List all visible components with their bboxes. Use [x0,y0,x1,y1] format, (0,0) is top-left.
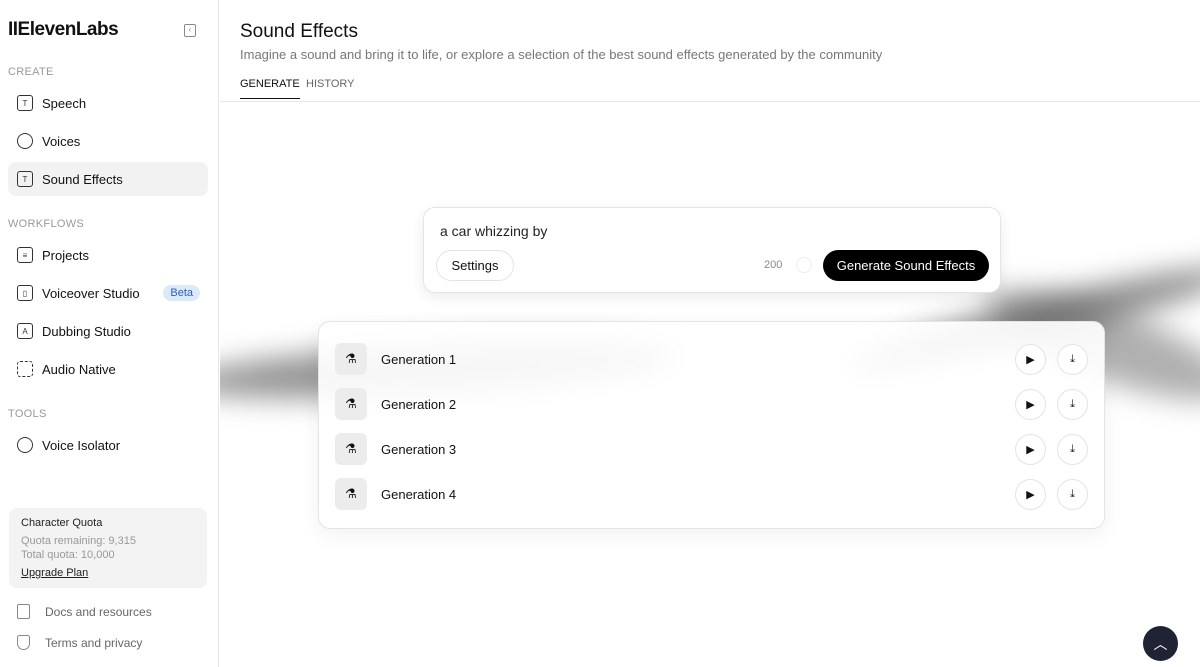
page-title: Sound Effects [240,21,358,42]
quota-total: Total quota: 10,000 [21,549,115,561]
sidebar-item-label: Voiceover Studio [42,285,140,301]
play-button[interactable]: ▶ [1015,388,1046,420]
docs-label: Docs and resources [45,604,152,619]
sound-effects-icon: T [17,171,33,187]
sidebar: IIElevenLabs ‹ CREATE T Speech Voices T So… [0,0,219,667]
sidebar-item-label: Projects [42,247,89,263]
play-button[interactable]: ▶ [1015,478,1046,510]
download-button[interactable]: ⤓ [1057,433,1088,465]
terms-link[interactable]: Terms and privacy [17,635,142,650]
play-button[interactable]: ▶ [1015,343,1046,375]
sidebar-item-label: Sound Effects [42,171,123,187]
sidebar-item-label: Voices [42,133,81,149]
upgrade-plan-link[interactable]: Upgrade Plan [21,567,195,579]
voiceover-icon: ▯ [17,285,33,301]
sidebar-item-label: Voice Isolator [42,437,121,453]
character-count: 200 [764,259,783,271]
main-content: Sound Effects Imagine a sound and bring … [220,0,1200,667]
sidebar-item-voices[interactable]: Voices [8,124,208,158]
generate-button[interactable]: Generate Sound Effects [823,250,989,281]
collapse-sidebar-icon[interactable]: ‹ [184,24,196,37]
beta-badge: Beta [163,285,200,301]
dubbing-icon: A [17,323,33,339]
list-item: ⚗ Generation 3 ▶ ⤓ [335,433,1090,465]
prompt-input[interactable]: a car whizzing by [440,223,547,239]
tab-generate[interactable]: GENERATE [240,78,300,99]
list-item: ⚗ Generation 4 ▶ ⤓ [335,478,1090,510]
terms-label: Terms and privacy [45,635,143,650]
flask-icon: ⚗ [335,388,367,420]
generation-label: Generation 4 [381,486,457,502]
voice-isolator-icon [17,437,33,453]
page-subtitle: Imagine a sound and bring it to life, or… [240,47,883,62]
list-item: ⚗ Generation 1 ▶ ⤓ [335,343,1090,375]
sidebar-item-speech[interactable]: T Speech [8,86,208,120]
projects-icon: ≡ [17,247,33,263]
flask-icon: ⚗ [335,478,367,510]
generation-label: Generation 3 [381,441,457,457]
sidebar-item-voice-isolator[interactable]: Voice Isolator [8,428,208,462]
quota-title: Character Quota [21,517,103,529]
character-quota-card: Character Quota Quota remaining: 9,315 T… [9,508,207,588]
chevron-up-icon: ︿ [1153,635,1168,652]
sidebar-item-projects[interactable]: ≡ Projects [8,238,208,272]
quota-remaining: Quota remaining: 9,315 [21,535,136,547]
play-button[interactable]: ▶ [1015,433,1046,465]
download-button[interactable]: ⤓ [1057,343,1088,375]
flask-icon: ⚗ [335,343,367,375]
generation-label: Generation 2 [381,396,457,412]
settings-button[interactable]: Settings [436,250,514,281]
sidebar-item-label: Speech [42,95,87,111]
flask-icon: ⚗ [335,433,367,465]
shield-icon [17,635,30,650]
sidebar-item-label: Dubbing Studio [42,323,131,339]
audio-native-icon [17,361,33,377]
sidebar-item-audio-native[interactable]: Audio Native [8,352,208,386]
sidebar-item-sound-effects[interactable]: T Sound Effects [8,162,208,196]
download-button[interactable]: ⤓ [1057,478,1088,510]
speech-icon: T [17,95,33,111]
sidebar-item-dubbing-studio[interactable]: A Dubbing Studio [8,314,208,348]
prompt-card: a car whizzing by Settings 200 Generate … [423,207,1001,293]
section-create: CREATE [8,66,54,78]
scroll-to-top-button[interactable]: ︿ [1143,626,1178,661]
logo[interactable]: IIElevenLabs [8,19,119,41]
tab-history[interactable]: HISTORY [306,78,355,98]
section-workflows: WORKFLOWS [8,218,85,230]
list-item: ⚗ Generation 2 ▶ ⤓ [335,388,1090,420]
voices-icon [17,133,33,149]
sidebar-item-voiceover-studio[interactable]: ▯ Voiceover Studio Beta [8,276,208,310]
download-button[interactable]: ⤓ [1057,388,1088,420]
tab-bar: GENERATE HISTORY [220,72,1200,102]
progress-ring-icon [796,257,812,273]
generation-label: Generation 1 [381,351,457,367]
section-tools: TOOLS [8,408,47,420]
docs-link[interactable]: Docs and resources [17,604,152,619]
generations-list: ⚗ Generation 1 ▶ ⤓ ⚗ Generation 2 ▶ ⤓ ⚗ Generat… [318,321,1105,529]
sidebar-item-label: Audio Native [42,361,116,377]
book-icon [17,604,30,619]
